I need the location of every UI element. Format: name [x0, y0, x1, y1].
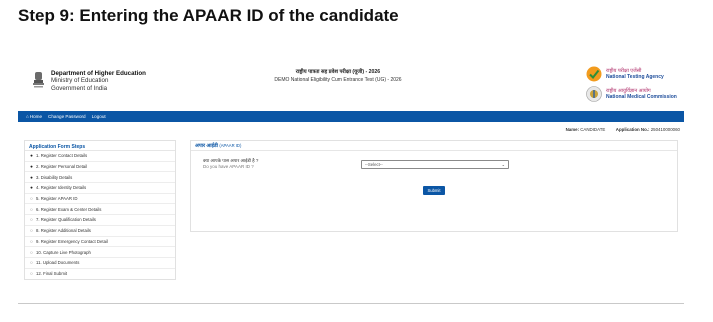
- chevron-down-icon: ⌄: [501, 162, 505, 167]
- circle-icon: ○: [30, 271, 33, 277]
- panel-title: अपार आईडी (APAAR ID): [191, 141, 677, 151]
- step-title: Step 9: Entering the APAAR ID of the can…: [18, 6, 399, 25]
- sidebar-step-label: 8. Register Additional Details: [36, 228, 91, 234]
- sidebar-step-item[interactable]: ○ 5. Register APAAR ID: [25, 194, 175, 205]
- sidebar-step-label: 4. Register Identity Details: [36, 185, 87, 191]
- circle-icon: ○: [30, 196, 33, 202]
- nmc-english: National Medical Commission: [606, 94, 677, 100]
- nta-logo-block: राष्ट्रीय परीक्षा एजेंसी National Testin…: [586, 66, 684, 82]
- national-emblem-icon: [33, 72, 44, 88]
- nta-logo-icon: [586, 66, 602, 82]
- exam-title-hindi: राष्ट्रीय पात्रता सह प्रवेश परीक्षा (यूज…: [295, 69, 381, 75]
- sidebar-step-item[interactable]: ● 2. Register Personal Detail: [25, 162, 175, 173]
- ministry-name: Ministry of Education: [51, 77, 109, 85]
- sidebar-step-item[interactable]: ○ 12. Final Submit: [25, 269, 175, 280]
- sidebar-step-label: 1. Register Contact Details: [36, 153, 88, 159]
- department-block: Department of Higher Education Ministry …: [32, 70, 146, 92]
- check-circle-icon: ●: [30, 174, 33, 180]
- sidebar-step-label: 6. Register Exam & Center Details: [36, 206, 102, 212]
- sidebar-step-label: 10. Capture Live Photograph: [36, 249, 91, 255]
- candidate-info: Name: CANDIDATE Application No.: 2504100…: [566, 127, 680, 132]
- apaar-select[interactable]: --Select-- ⌄: [361, 160, 509, 169]
- sidebar-step-label: 3. Disability Details: [36, 174, 73, 180]
- dept-name: Department of Higher Education: [51, 70, 146, 77]
- nav-change-password[interactable]: Change Password: [48, 114, 86, 119]
- panel-title-english: (APAAR ID): [219, 143, 242, 148]
- application-no: 250410000060: [650, 127, 680, 132]
- application-steps-sidebar: Application Form Steps ● 1. Register Cont…: [24, 140, 176, 281]
- sidebar-step-item[interactable]: ○ 7. Register Qualification Details: [25, 215, 175, 226]
- sidebar-step-label: 7. Register Qualification Details: [36, 217, 96, 223]
- sidebar-step-item[interactable]: ○ 6. Register Exam & Center Details: [25, 204, 175, 216]
- circle-icon: ○: [30, 228, 33, 234]
- nav-home[interactable]: ⌂ Home: [26, 114, 42, 119]
- sidebar-step-item[interactable]: ○ 8. Register Additional Details: [25, 226, 175, 237]
- government-name: Government of India: [51, 84, 108, 92]
- candidate-name-label: Name:: [565, 127, 580, 132]
- sidebar-step-label: 11. Upload Documents: [36, 260, 80, 266]
- sidebar-step-label: 12. Final Submit: [36, 271, 68, 277]
- sidebar-step-label: 5. Register APAAR ID: [36, 196, 78, 202]
- app-screenshot: Department of Higher Education Ministry …: [18, 60, 684, 304]
- sidebar-step-item[interactable]: ● 1. Register Contact Details: [25, 151, 175, 162]
- nmc-logo-block: राष्ट्रीय आयुर्विज्ञान आयोग National Med…: [586, 86, 684, 102]
- check-circle-icon: ●: [30, 164, 33, 170]
- apaar-question: क्या आपके पास अपार आईडी है ? Do you have…: [203, 158, 258, 170]
- question-english: Do you have APAAR ID ?: [203, 164, 254, 169]
- nav-home-label: Home: [29, 114, 43, 119]
- candidate-name: CANDIDATE: [580, 127, 606, 132]
- sidebar-title: Application Form Steps: [25, 141, 175, 151]
- check-circle-icon: ●: [30, 153, 33, 159]
- sidebar-step-label: 2. Register Personal Detail: [36, 164, 88, 170]
- home-icon: ⌂: [26, 114, 29, 119]
- apaar-panel: अपार आईडी (APAAR ID) क्या आपके पास अपार …: [190, 140, 678, 232]
- sidebar-step-label: 9. Register Emergency Contact Detail: [36, 238, 108, 244]
- sidebar-step-item[interactable]: ○ 10. Capture Live Photograph: [25, 247, 175, 258]
- divider: [18, 303, 684, 304]
- panel-title-hindi: अपार आईडी: [195, 143, 218, 149]
- select-value: --Select--: [365, 162, 383, 167]
- nmc-logo-icon: [586, 86, 602, 102]
- nav-logout[interactable]: Logout: [92, 114, 106, 119]
- check-circle-icon: ●: [30, 185, 33, 191]
- circle-icon: ○: [30, 238, 33, 244]
- sidebar-step-item[interactable]: ○ 9. Register Emergency Contact Detail: [25, 237, 175, 248]
- sidebar-step-item[interactable]: ○ 11. Upload Documents: [25, 258, 175, 269]
- exam-title-english: DEMO National Eligibility Cum Entrance T…: [274, 77, 402, 83]
- sidebar-step-item[interactable]: ● 3. Disability Details: [25, 172, 175, 184]
- sidebar-step-item[interactable]: ● 4. Register Identity Details: [25, 183, 175, 194]
- top-navbar: ⌂ Home Change Password Logout: [18, 111, 684, 122]
- circle-icon: ○: [30, 217, 33, 223]
- submit-button[interactable]: Submit: [423, 186, 445, 195]
- nta-english: National Testing Agency: [606, 74, 664, 80]
- circle-icon: ○: [30, 206, 33, 212]
- exam-title-block: राष्ट्रीय पात्रता सह प्रवेश परीक्षा (यूज…: [248, 68, 428, 84]
- org-logos: राष्ट्रीय परीक्षा एजेंसी National Testin…: [586, 66, 684, 106]
- application-no-label: Application No.:: [615, 127, 650, 132]
- circle-icon: ○: [30, 249, 33, 255]
- circle-icon: ○: [30, 260, 33, 266]
